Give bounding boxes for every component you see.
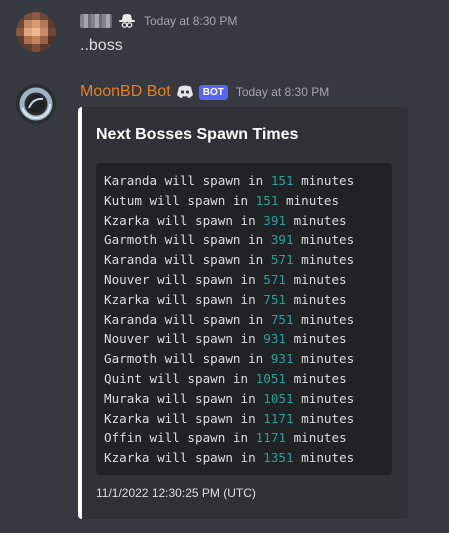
message-timestamp: Today at 8:30 PM [144, 14, 238, 28]
embed-footer: 11/1/2022 12:30:25 PM (UTC) [96, 486, 256, 500]
spawn-text: will spawn in [141, 430, 256, 446]
spawn-text: will spawn in [141, 192, 256, 208]
spawn-line: Kzarka will spawn in 751 minutes [104, 290, 392, 310]
boss-name: Kzarka [104, 450, 150, 466]
boss-name: Karanda [104, 173, 158, 188]
spawn-line: Offin will spawn in 1171 minutes [104, 428, 392, 448]
spawn-line: Garmoth will spawn in 931 minutes [104, 349, 392, 369]
spawn-line: Kzarka will spawn in 1171 minutes [104, 409, 392, 429]
spawn-minutes: 571 [263, 271, 286, 287]
bot-avatar[interactable] [16, 84, 56, 124]
minutes-unit: minutes [293, 232, 355, 248]
spawn-minutes: 1051 [263, 390, 294, 406]
minutes-unit: minutes [293, 351, 355, 367]
spawn-minutes: 151 [255, 192, 279, 208]
spawn-line: Quint will spawn in 1051 minutes [104, 369, 392, 389]
minutes-unit: minutes [293, 173, 355, 188]
spawn-text: will spawn in [149, 271, 264, 287]
bot-username[interactable]: MoonBD Bot [80, 83, 171, 101]
spawn-minutes: 391 [270, 232, 294, 248]
spawn-line: Kutum will spawn in 151 minutes [104, 191, 392, 211]
message-timestamp: Today at 8:30 PM [235, 85, 330, 99]
spawn-text: will spawn in [149, 331, 264, 347]
boss-name: Kzarka [104, 410, 150, 426]
message-header: Today at 8:30 PM [80, 12, 237, 30]
minutes-unit: minutes [286, 430, 347, 446]
username-redacted[interactable] [80, 14, 112, 28]
spawn-text: will spawn in [157, 252, 271, 268]
spawn-text: will spawn in [157, 173, 271, 188]
discord-icon [175, 84, 195, 100]
spawn-minutes: 1051 [255, 370, 286, 386]
message-content: ..boss [80, 37, 123, 54]
boss-name: Nouver [104, 271, 150, 287]
minutes-unit: minutes [293, 311, 355, 327]
boss-name: Kzarka [104, 212, 150, 228]
user-avatar[interactable] [16, 12, 56, 52]
boss-name: Kzarka [104, 291, 150, 307]
spawn-minutes: 571 [270, 252, 294, 268]
code-block: Karanda will spawn in 151 minutes Kutum w… [96, 163, 392, 475]
spawn-minutes: 931 [263, 331, 286, 347]
spawn-minutes: 1171 [255, 430, 286, 446]
boss-name: Nouver [104, 331, 150, 347]
minutes-unit: minutes [293, 450, 355, 466]
spawn-text: will spawn in [149, 450, 264, 466]
spawn-minutes: 391 [263, 212, 286, 228]
minutes-unit: minutes [285, 271, 347, 287]
minutes-unit: minutes [285, 291, 347, 307]
boss-name: Karanda [104, 252, 158, 268]
spawn-text: will spawn in [141, 370, 256, 386]
spawn-line: Nouver will spawn in 931 minutes [104, 329, 392, 349]
hat-icon [118, 13, 136, 29]
spawn-text: will spawn in [157, 311, 271, 327]
minutes-unit: minutes [285, 331, 347, 347]
spawn-text: will spawn in [149, 291, 264, 307]
boss-name: Garmoth [104, 232, 158, 248]
minutes-unit: minutes [285, 212, 347, 228]
minutes-unit: minutes [293, 410, 355, 426]
spawn-line: Karanda will spawn in 571 minutes [104, 250, 392, 270]
spawn-text: will spawn in [157, 351, 271, 367]
embed-title: Next Bosses Spawn Times [96, 126, 299, 143]
boss-name: Garmoth [104, 351, 158, 367]
boss-name: Quint [104, 370, 142, 386]
moon-ring-icon [19, 87, 53, 121]
spawn-line: Garmoth will spawn in 391 minutes [104, 230, 392, 250]
spawn-line: Kzarka will spawn in 391 minutes [104, 211, 392, 231]
minutes-unit: minutes [278, 192, 340, 208]
spawn-text: will spawn in [157, 232, 271, 248]
spawn-text: will spawn in [149, 410, 264, 426]
spawn-minutes: 1171 [263, 410, 294, 426]
minutes-unit: minutes [293, 390, 355, 406]
bot-tag: BOT [198, 84, 228, 100]
spawn-minutes: 1351 [263, 450, 294, 466]
minutes-unit: minutes [293, 252, 355, 268]
spawn-text: will spawn in [149, 390, 264, 406]
spawn-minutes: 931 [270, 351, 294, 367]
boss-name: Offin [104, 430, 142, 446]
message-header: MoonBD Bot BOT Today at 8:30 PM [80, 82, 329, 102]
spawn-line: Muraka will spawn in 1051 minutes [104, 389, 392, 409]
spawn-line: Kzarka will spawn in 1351 minutes [104, 448, 392, 468]
spawn-line: Karanda will spawn in 751 minutes [104, 310, 392, 330]
spawn-minutes: 751 [263, 291, 286, 307]
boss-name: Muraka [104, 390, 150, 406]
spawn-line: Nouver will spawn in 571 minutes [104, 270, 392, 290]
minutes-unit: minutes [286, 370, 347, 386]
embed: Next Bosses Spawn Times Karanda will spa… [78, 107, 408, 519]
spawn-line: Karanda will spawn in 151 minutes [104, 171, 392, 191]
boss-name: Karanda [104, 311, 158, 327]
spawn-minutes: 151 [270, 173, 294, 188]
spawn-text: will spawn in [149, 212, 264, 228]
boss-name: Kutum [104, 192, 142, 208]
spawn-minutes: 751 [270, 311, 294, 327]
